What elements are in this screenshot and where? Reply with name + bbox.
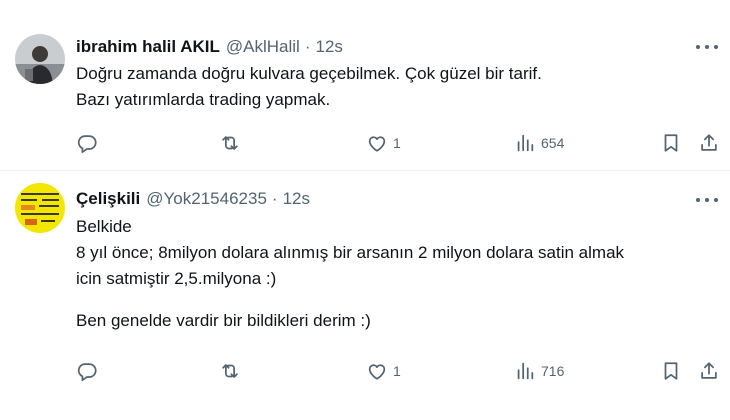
tweet-text-line: Belkide xyxy=(76,217,132,236)
user-photo-icon xyxy=(15,34,65,84)
like-count: 1 xyxy=(393,135,401,151)
timestamp[interactable]: 12s xyxy=(283,189,310,209)
share-button[interactable] xyxy=(698,358,720,384)
views-button[interactable]: 716 xyxy=(514,358,564,384)
heart-icon xyxy=(368,136,386,152)
tweet-header: Çelişkili @Yok21546235 · 12s xyxy=(76,189,310,209)
action-bar: 1 716 xyxy=(76,358,726,384)
share-icon xyxy=(701,134,717,151)
tweet-text-line: Doğru zamanda doğru kulvara geçebilmek. … xyxy=(76,64,542,83)
heart-icon xyxy=(368,364,386,380)
tweet-header: ibrahim halil AKIL @AklHalil · 12s xyxy=(76,37,343,57)
author-name[interactable]: Çelişkili xyxy=(76,189,140,209)
like-count: 1 xyxy=(393,363,401,379)
tweet-text-line: 8 yıl önce; 8milyon dolara alınmış bir a… xyxy=(76,243,625,262)
avatar[interactable] xyxy=(15,34,65,84)
view-count: 654 xyxy=(541,135,565,151)
separator: · xyxy=(271,189,278,208)
tweet-text-line: Ben genelde vardir bir bildikleri derim … xyxy=(76,311,371,330)
tweet-text: Doğru zamanda doğru kulvara geçebilmek. … xyxy=(76,61,542,113)
share-icon xyxy=(701,362,717,379)
reply-button[interactable] xyxy=(76,358,98,384)
more-icon[interactable] xyxy=(696,193,718,207)
view-count: 716 xyxy=(541,363,565,379)
bookmark-icon xyxy=(664,362,678,380)
reply-icon xyxy=(77,363,97,382)
reply-button[interactable] xyxy=(76,130,98,156)
like-button[interactable]: 1 xyxy=(366,130,401,156)
author-handle[interactable]: @AklHalil xyxy=(226,37,300,57)
author-name[interactable]: ibrahim halil AKIL xyxy=(76,37,220,57)
share-button[interactable] xyxy=(698,130,720,156)
avatar[interactable] xyxy=(15,183,65,233)
retweet-button[interactable] xyxy=(219,358,241,384)
bookmark-icon xyxy=(664,134,678,152)
bookmark-button[interactable] xyxy=(660,358,682,384)
reply-icon xyxy=(77,135,97,154)
views-button[interactable]: 654 xyxy=(514,130,564,156)
views-icon xyxy=(517,134,534,152)
retweet-button[interactable] xyxy=(219,130,241,156)
separator: · xyxy=(304,37,311,56)
like-button[interactable]: 1 xyxy=(366,358,401,384)
timestamp[interactable]: 12s xyxy=(316,37,343,57)
retweet-icon xyxy=(222,364,238,378)
retweet-icon xyxy=(222,136,238,150)
yellow-chart-image-icon xyxy=(15,183,65,233)
action-bar: 1 654 xyxy=(76,130,726,156)
bookmark-button[interactable] xyxy=(660,130,682,156)
author-handle[interactable]: @Yok21546235 xyxy=(146,189,267,209)
tweet[interactable]: Çelişkili @Yok21546235 · 12s Belkide 8 y… xyxy=(0,171,730,420)
tweet-text: Belkide 8 yıl önce; 8milyon dolara alınm… xyxy=(76,214,624,334)
more-icon[interactable] xyxy=(696,40,718,54)
tweet-text-line: Bazı yatırımlarda trading yapmak. xyxy=(76,90,331,109)
tweet-text-line: icin satmiştir 2,5.milyona :) xyxy=(76,269,277,288)
views-icon xyxy=(517,362,534,380)
tweet[interactable]: ibrahim halil AKIL @AklHalil · 12s Doğru… xyxy=(0,0,730,170)
